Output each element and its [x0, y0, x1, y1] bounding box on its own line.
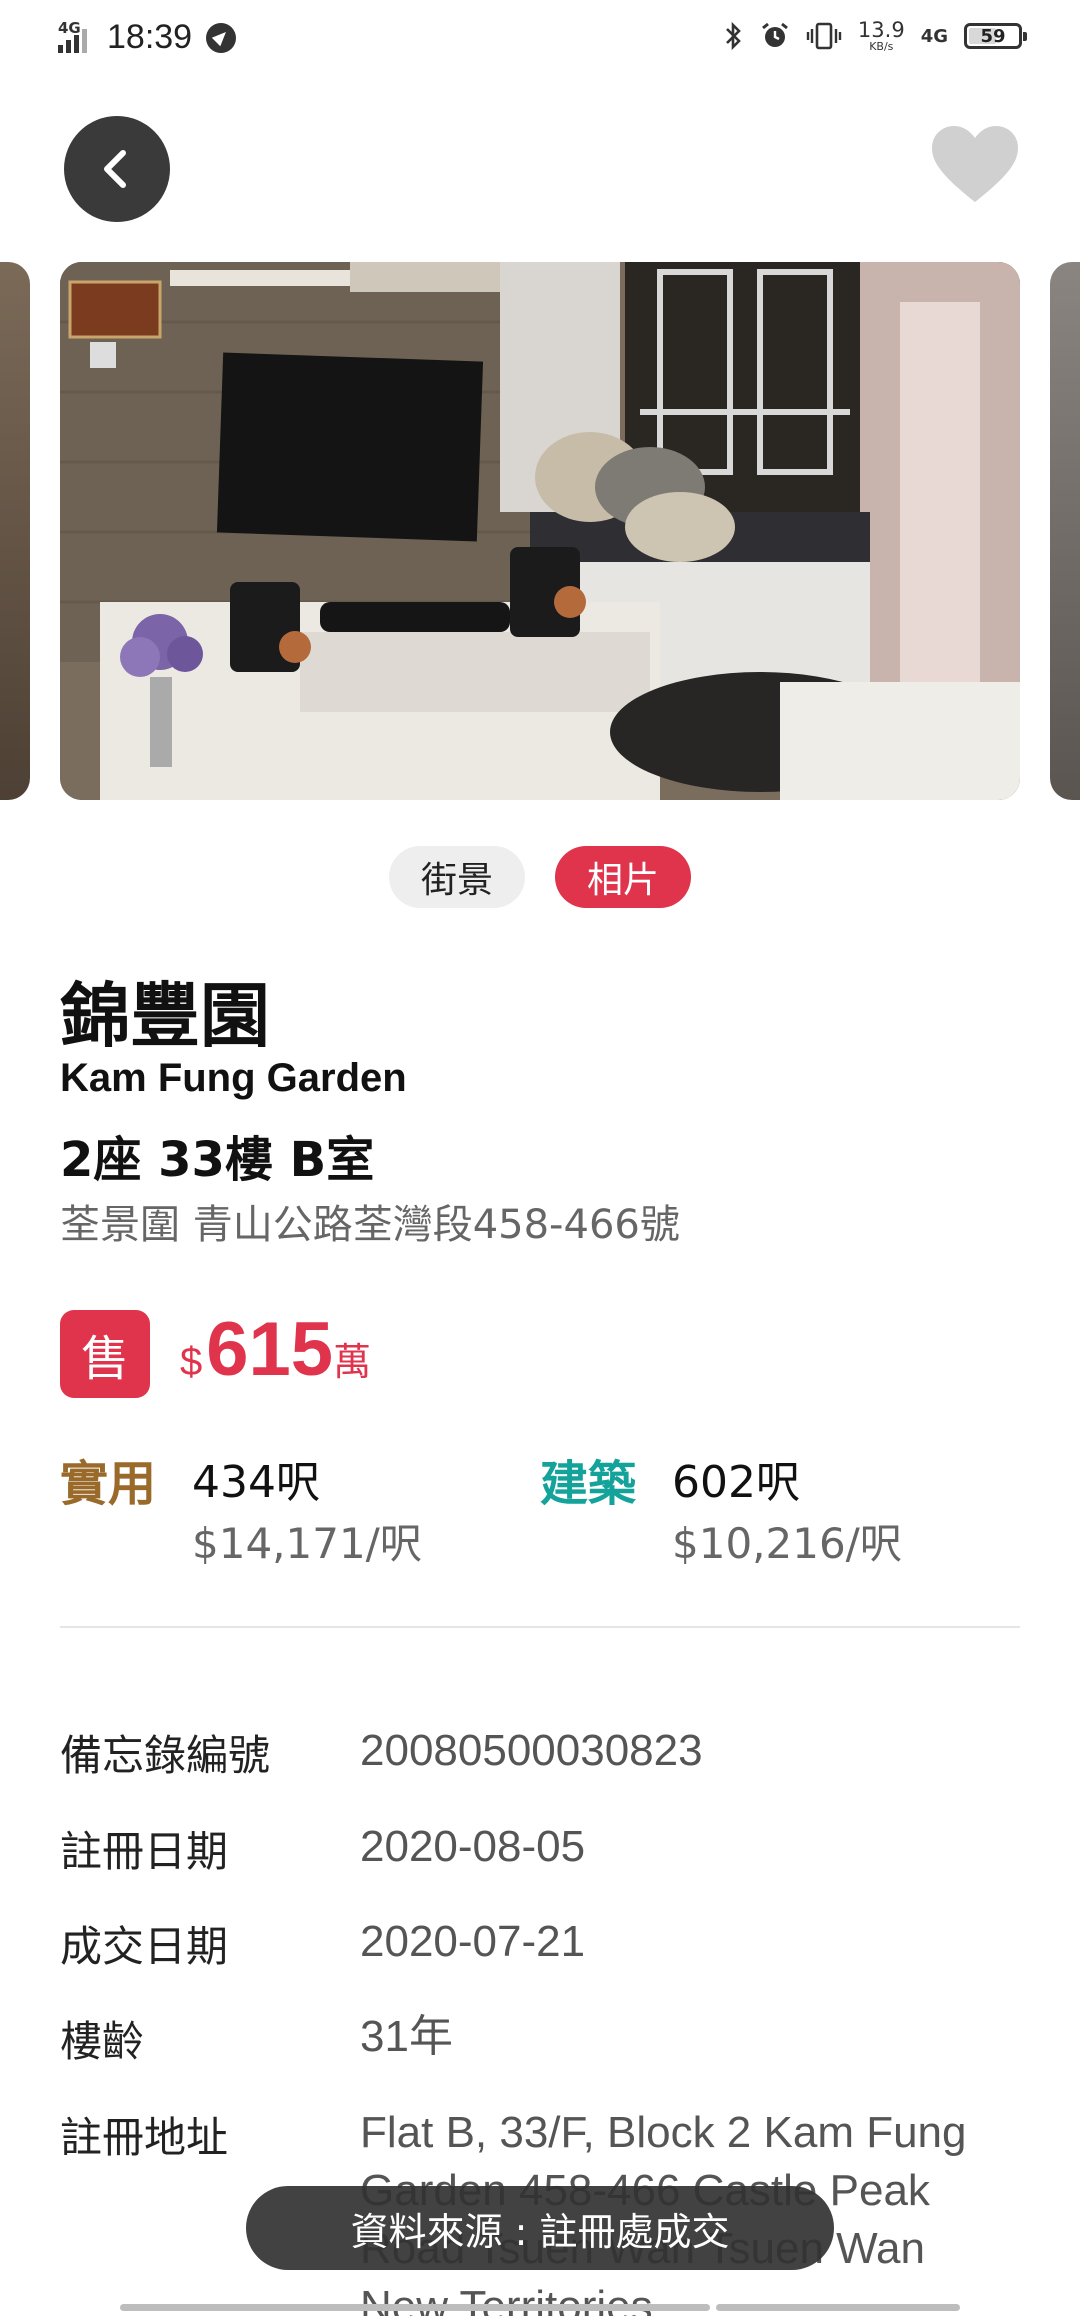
- back-button[interactable]: [64, 116, 170, 222]
- detail-label: 樓齡: [60, 2017, 145, 2066]
- tab-photos[interactable]: 相片: [555, 846, 692, 908]
- photo-view-tabs: 街景 相片: [0, 846, 1080, 908]
- divider: [60, 1626, 1020, 1628]
- detail-value: 2020-08-05: [360, 1822, 586, 1871]
- next-photo[interactable]: [1050, 262, 1080, 800]
- detail-row-memo: 備忘錄編號 20080500030823: [60, 1722, 1020, 1783]
- property-photo[interactable]: [60, 262, 1020, 800]
- saleable-area-size: 434呎: [192, 1457, 320, 1508]
- price-unit: 萬: [333, 1340, 372, 1384]
- gross-area-label: 建築: [540, 1456, 637, 1512]
- gross-price-per-foot: $10,216/呎: [672, 1519, 902, 1568]
- data-source-toast: 資料來源 : 註冊處成交: [246, 2186, 834, 2270]
- battery-icon: 59: [964, 23, 1027, 49]
- detail-value: 31年: [360, 2012, 453, 2061]
- detail-label: 註冊日期: [60, 1827, 229, 1876]
- battery-level: 59: [980, 25, 1006, 47]
- living-room-photo: [60, 262, 1020, 800]
- chevron-left-icon: [104, 150, 126, 188]
- detail-label: 成交日期: [60, 1922, 229, 1971]
- saleable-area-label: 實用: [60, 1456, 157, 1512]
- vibrate-icon: [806, 22, 842, 50]
- nav-gesture-bar-secondary[interactable]: [716, 2304, 960, 2311]
- sale-badge: 售: [60, 1310, 150, 1398]
- status-right: 13.9 KB/s 4G 59: [724, 18, 1027, 53]
- gross-area-size: 602呎: [672, 1457, 800, 1508]
- tab-street-view[interactable]: 街景: [388, 846, 525, 908]
- price-amount: 615: [206, 1307, 334, 1392]
- previous-photo[interactable]: [0, 262, 30, 800]
- unit-info: 2座 33樓 B室: [60, 1132, 375, 1188]
- network-type-2: 4G: [920, 25, 948, 47]
- network-speed: 13.9 KB/s: [857, 18, 905, 53]
- navigation-icon: [206, 22, 237, 53]
- alarm-icon: [761, 22, 788, 47]
- saleable-price-per-foot: $14,171/呎: [192, 1519, 422, 1568]
- detail-value: 2020-07-21: [360, 1917, 586, 1966]
- status-left: 4G 18:39: [58, 18, 237, 57]
- detail-row-building-age: 樓齡 31年: [60, 2008, 1020, 2069]
- price: $ 615 萬: [180, 1306, 371, 1393]
- heart-icon: [932, 126, 1018, 202]
- price-currency: $: [180, 1340, 203, 1384]
- detail-row-transaction-date: 成交日期 2020-07-21: [60, 1913, 1020, 1974]
- favorite-button[interactable]: [930, 120, 1020, 210]
- signal-icon: 4G: [58, 19, 87, 53]
- detail-label: 備忘錄編號: [60, 1731, 271, 1780]
- detail-row-registration-date: 註冊日期 2020-08-05: [60, 1818, 1020, 1879]
- network-type: 4G: [58, 18, 81, 37]
- bluetooth-icon: [726, 21, 741, 51]
- property-name-en: Kam Fung Garden: [60, 1056, 407, 1100]
- property-name-zh: 錦豐園: [60, 975, 270, 1057]
- clock: 18:39: [107, 18, 193, 56]
- nav-gesture-bar[interactable]: [120, 2304, 710, 2311]
- status-bar: 4G 18:39 13.9 KB/s 4G 59: [0, 0, 1080, 84]
- detail-value: 20080500030823: [360, 1726, 703, 1775]
- property-address: 荃景圍 青山公路荃灣段458-466號: [60, 1202, 680, 1248]
